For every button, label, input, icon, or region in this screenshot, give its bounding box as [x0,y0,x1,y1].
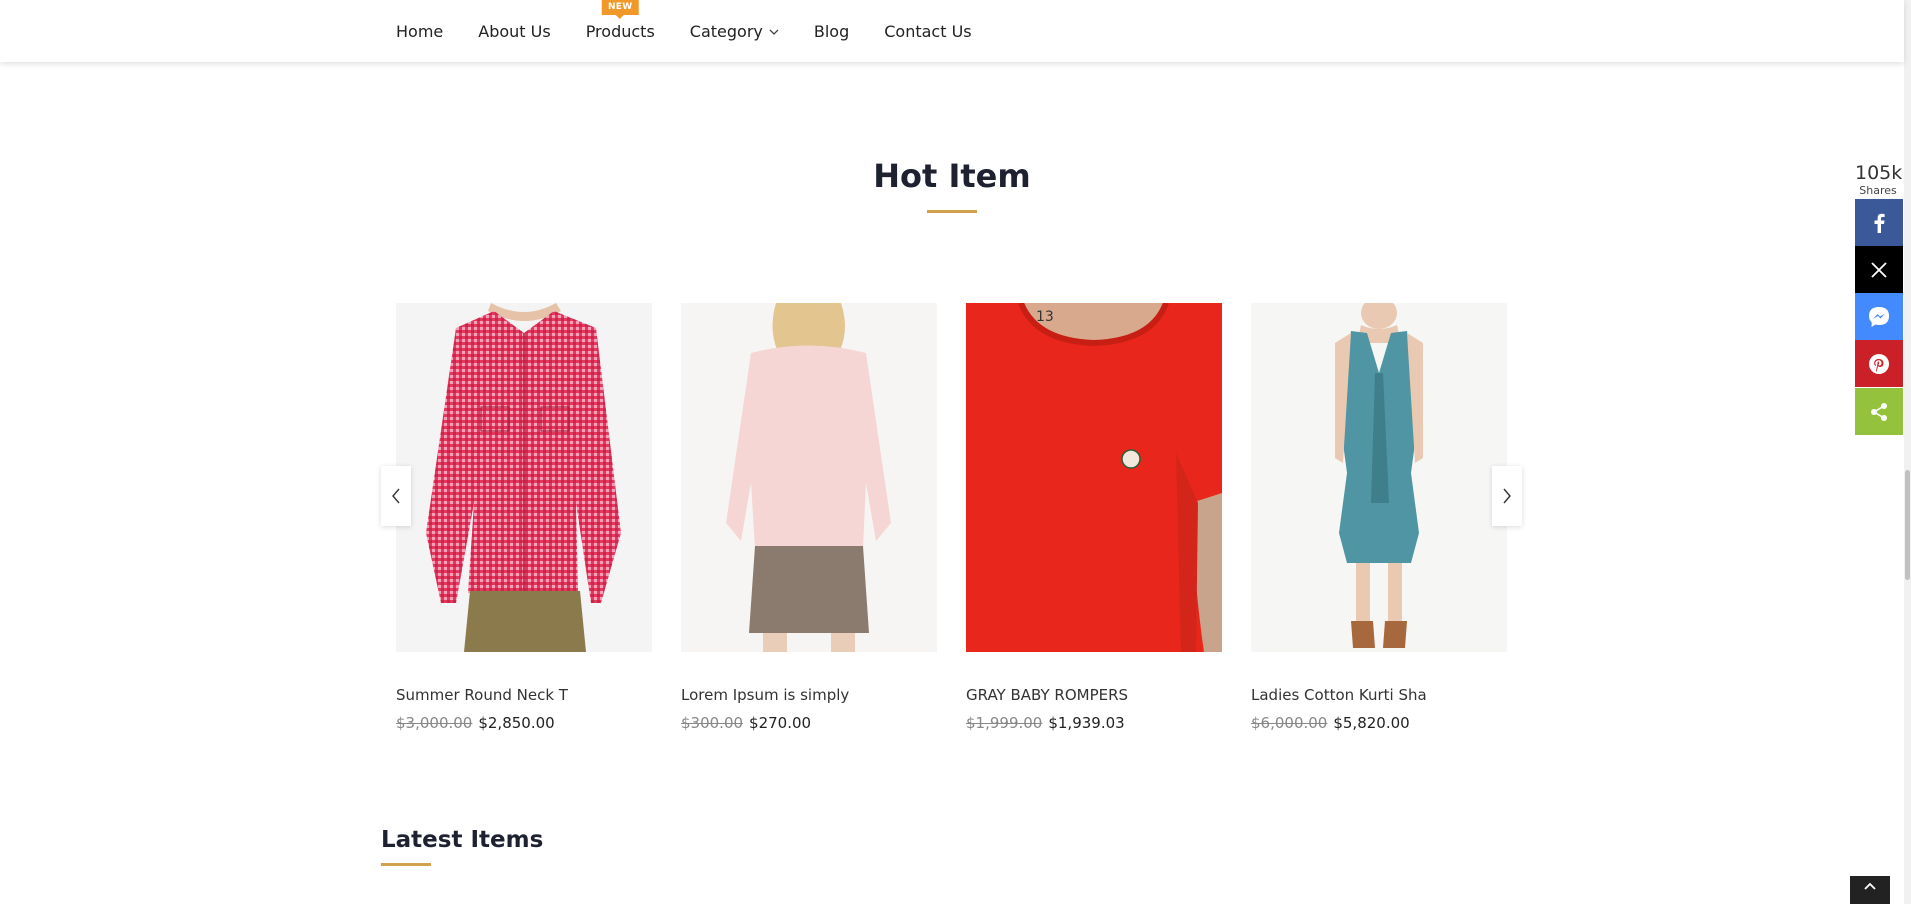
facebook-icon [1874,213,1885,233]
product-name[interactable]: Ladies Cotton Kurti Sha [1251,686,1507,704]
carousel-prev-button[interactable] [381,466,411,526]
nav-blog[interactable]: Blog [814,22,849,41]
current-price: $1,939.03 [1048,714,1125,732]
current-price: $270.00 [749,714,812,732]
old-price: $6,000.00 [1251,714,1328,732]
current-price: $5,820.00 [1333,714,1410,732]
product-card[interactable]: Ladies Cotton Kurti Sha $6,000.00 $5,820.… [1251,303,1507,732]
product-price: $300.00 $270.00 [681,714,937,732]
x-icon [1871,261,1887,278]
product-card[interactable]: Summer Round Neck T $3,000.00 $2,850.00 [396,303,652,732]
hot-item-carousel: Summer Round Neck T $3,000.00 $2,850.00 L… [381,303,1523,743]
messenger-icon [1869,306,1889,327]
product-image-tshirt[interactable]: 13 [966,303,1222,652]
product-price: $1,999.00 $1,939.03 [966,714,1222,732]
share-pinterest-button[interactable] [1855,340,1903,387]
product-name[interactable]: GRAY BABY ROMPERS [966,686,1222,704]
product-name[interactable]: Lorem Ipsum is simply [681,686,937,704]
back-to-top-button[interactable] [1850,876,1890,904]
old-price: $1,999.00 [966,714,1043,732]
share-x-button[interactable] [1855,246,1903,293]
title-underline [927,210,977,213]
chevron-up-icon [1864,882,1876,890]
product-name[interactable]: Summer Round Neck T [396,686,652,704]
nav-home[interactable]: Home [396,22,443,41]
scrollbar-thumb[interactable] [1905,470,1910,580]
chevron-down-icon [769,29,779,35]
share-messenger-button[interactable] [1855,293,1903,340]
page-scrollbar[interactable] [1904,0,1911,904]
old-price: $300.00 [681,714,744,732]
nav-category[interactable]: Category [690,22,779,41]
product-image-shirt[interactable] [396,303,652,652]
product-price: $3,000.00 $2,850.00 [396,714,652,732]
share-counter: 105k Shares [1855,162,1903,197]
share-count: 105k [1855,162,1903,184]
share-more-button[interactable] [1855,388,1903,435]
share-label: Shares [1859,184,1897,197]
old-price: $3,000.00 [396,714,473,732]
svg-text:13: 13 [1036,309,1054,325]
carousel-next-button[interactable] [1492,466,1522,526]
share-facebook-button[interactable] [1855,199,1903,246]
chevron-left-icon [392,488,400,504]
nav-contact-us[interactable]: Contact Us [884,22,971,41]
hot-item-title: Hot Item [873,157,1031,195]
title-underline [381,863,431,866]
chevron-right-icon [1503,488,1511,504]
nav-products[interactable]: NEW Products [586,0,655,41]
main-nav: Home About Us NEW Products Category Blog… [396,0,972,62]
share-icon [1871,402,1887,421]
product-price: $6,000.00 $5,820.00 [1251,714,1507,732]
product-card[interactable]: Lorem Ipsum is simply $300.00 $270.00 [681,303,937,732]
latest-items-title: Latest Items [381,827,544,853]
new-badge: NEW [601,0,639,19]
product-image-sweater[interactable] [681,303,937,652]
product-image-dress[interactable] [1251,303,1507,652]
pinterest-icon [1869,353,1889,374]
product-card[interactable]: 13 GRAY BABY ROMPERS $1,999.00 $1,939.03 [966,303,1222,732]
current-price: $2,850.00 [478,714,555,732]
nav-about-us[interactable]: About Us [478,22,550,41]
top-navbar: Home About Us NEW Products Category Blog… [0,0,1904,62]
